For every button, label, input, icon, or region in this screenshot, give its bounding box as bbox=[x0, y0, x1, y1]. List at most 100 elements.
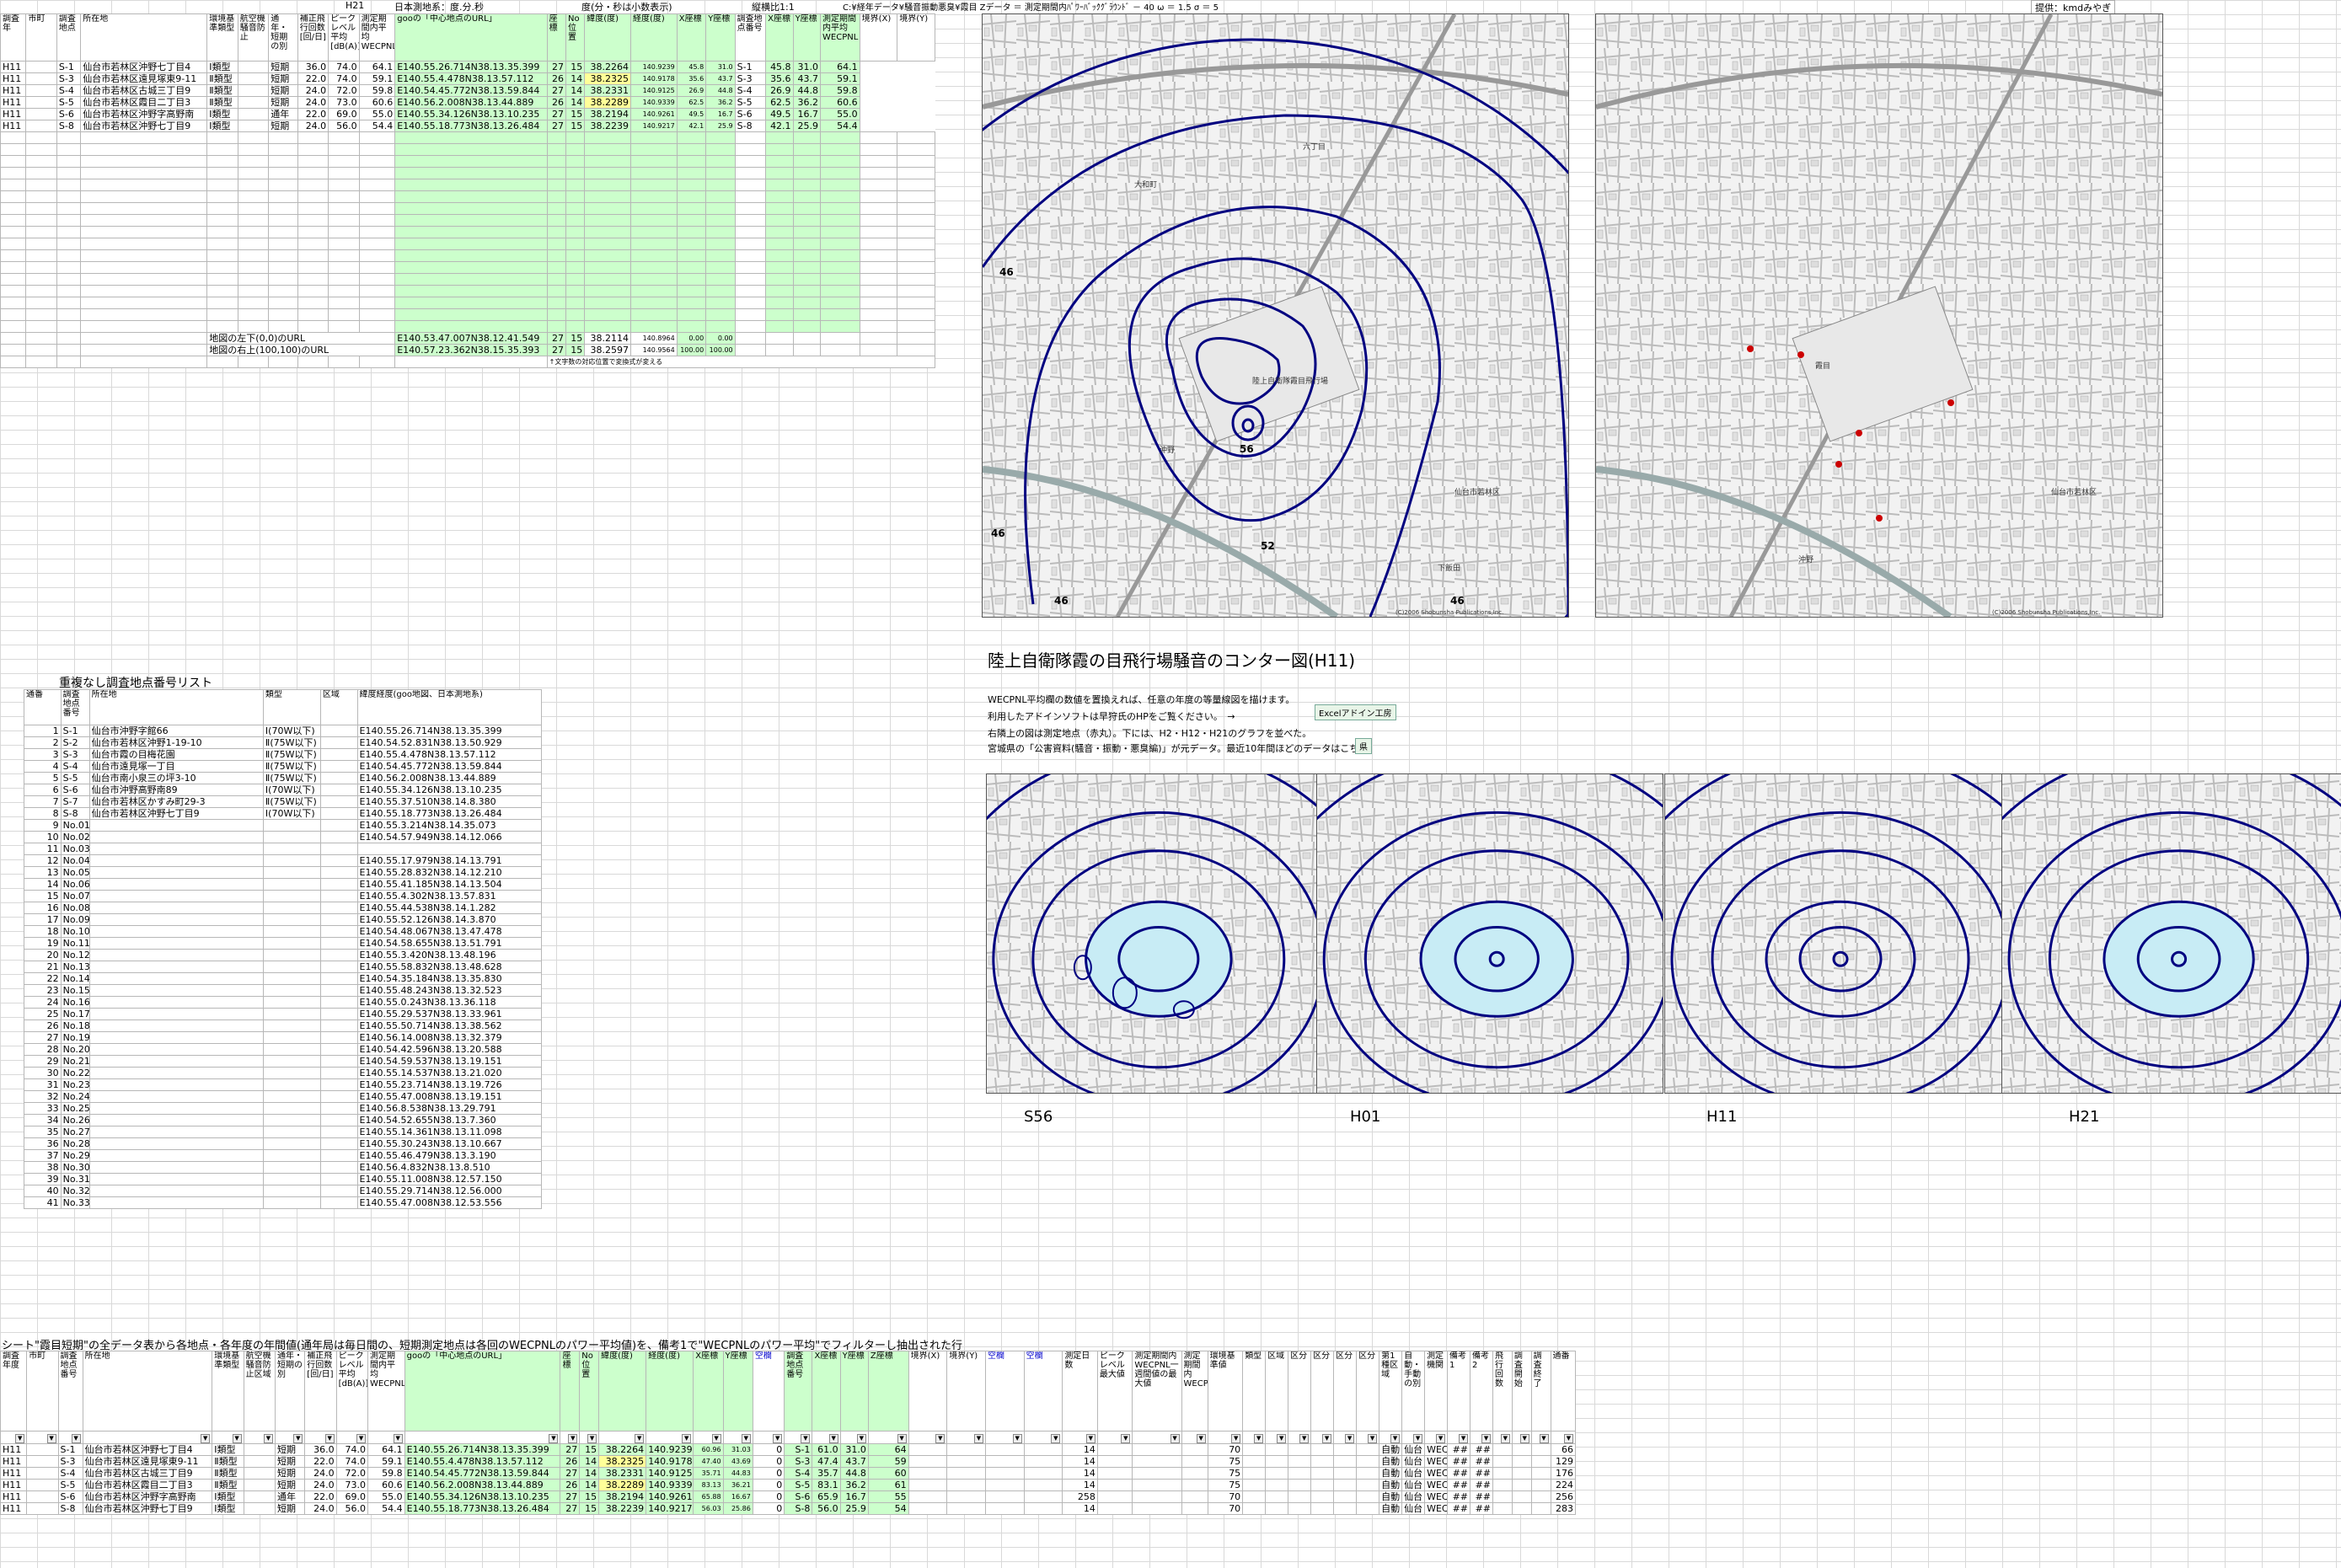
list-row[interactable]: 30 No.22 E140.55.14.537N38.13.21.020 bbox=[24, 1067, 543, 1079]
table-cell[interactable] bbox=[820, 273, 860, 286]
table-cell[interactable] bbox=[765, 190, 794, 203]
table-cell[interactable] bbox=[676, 214, 707, 227]
table-cell[interactable] bbox=[792, 179, 822, 191]
table-cell[interactable] bbox=[319, 972, 358, 985]
table-cell[interactable]: 0 bbox=[752, 1467, 785, 1480]
table-cell[interactable] bbox=[1356, 1479, 1380, 1491]
table-cell[interactable]: E140.55.28.832N38.14.12.210 bbox=[356, 866, 543, 879]
table-cell[interactable] bbox=[792, 261, 822, 274]
table-cell[interactable] bbox=[88, 1078, 264, 1091]
table-cell[interactable] bbox=[584, 179, 631, 191]
table-cell[interactable]: 140.9178 bbox=[646, 1455, 694, 1468]
table-cell[interactable]: E140.56.2.008N38.13.44.889 bbox=[394, 96, 548, 109]
table-cell[interactable]: 59.8 bbox=[367, 1467, 405, 1480]
table-cell[interactable]: 24 bbox=[24, 996, 62, 1009]
table-cell[interactable]: 7 bbox=[24, 795, 62, 808]
table-cell[interactable] bbox=[859, 143, 898, 156]
table-cell[interactable] bbox=[630, 261, 678, 274]
table-cell[interactable] bbox=[237, 108, 270, 120]
table-cell[interactable]: 140.9125 bbox=[630, 84, 678, 97]
table-cell[interactable]: 59.1 bbox=[820, 72, 860, 85]
table-cell[interactable] bbox=[705, 238, 736, 250]
table-cell[interactable] bbox=[546, 297, 566, 309]
table-cell[interactable] bbox=[1096, 1502, 1133, 1515]
table-cell[interactable] bbox=[297, 226, 329, 238]
table-cell[interactable] bbox=[262, 1008, 321, 1020]
table-cell[interactable]: 26.9 bbox=[676, 84, 707, 97]
table-cell[interactable] bbox=[1181, 1502, 1208, 1515]
table-cell[interactable]: No.20 bbox=[60, 1043, 90, 1056]
table-cell[interactable]: 59.1 bbox=[358, 72, 396, 85]
empty-row[interactable] bbox=[0, 249, 935, 262]
table-cell[interactable] bbox=[268, 297, 298, 309]
table-cell[interactable]: E140.55.11.008N38.12.57.150 bbox=[356, 1173, 543, 1185]
list-row[interactable]: 24 No.16 E140.55.0.243N38.13.36.118 bbox=[24, 996, 543, 1009]
table-cell[interactable] bbox=[237, 72, 270, 85]
table-cell[interactable]: 仙台 bbox=[1401, 1443, 1426, 1456]
table-cell[interactable]: H11 bbox=[0, 1490, 28, 1503]
chevron-down-icon[interactable]: ▼ bbox=[1231, 1434, 1241, 1443]
table-cell[interactable] bbox=[908, 1455, 948, 1468]
table-cell[interactable]: E140.55.18.773N38.13.26.484 bbox=[394, 120, 548, 132]
table-cell[interactable]: 短期 bbox=[274, 1502, 306, 1515]
table-cell[interactable] bbox=[88, 1126, 264, 1138]
table-cell[interactable]: S-1 bbox=[60, 725, 90, 737]
table-cell[interactable]: 74.0 bbox=[335, 1455, 369, 1468]
table-cell[interactable]: 60 bbox=[867, 1467, 909, 1480]
table-cell[interactable]: 自動 bbox=[1379, 1479, 1403, 1491]
chevron-down-icon[interactable]: ▼ bbox=[1368, 1434, 1378, 1443]
table-cell[interactable] bbox=[734, 238, 767, 250]
table-cell[interactable] bbox=[262, 925, 321, 938]
table-cell[interactable] bbox=[792, 214, 822, 227]
table-cell[interactable] bbox=[546, 238, 566, 250]
table-cell[interactable]: WECPNL年間 bbox=[1424, 1479, 1449, 1491]
table-cell[interactable]: ## bbox=[1447, 1443, 1471, 1456]
table-cell[interactable]: 24.0 bbox=[304, 1502, 337, 1515]
list-row[interactable]: 5 S-5 仙台市南小泉三の坪3-10 Ⅱ(75W以下) E140.56.2.008N3… bbox=[24, 772, 543, 784]
table-cell[interactable]: E140.56.4.832N38.13.8.510 bbox=[356, 1161, 543, 1174]
table-cell[interactable] bbox=[0, 285, 27, 297]
table-cell[interactable] bbox=[630, 143, 678, 156]
table-cell[interactable]: 24.0 bbox=[304, 1467, 337, 1480]
table-cell[interactable]: Ⅰ類型 bbox=[212, 1490, 244, 1503]
table-cell[interactable] bbox=[206, 285, 238, 297]
table-cell[interactable] bbox=[734, 320, 767, 333]
filter-dropdown[interactable]: ▼ bbox=[579, 1431, 600, 1444]
table-cell[interactable]: H11 bbox=[0, 1479, 28, 1491]
list-row[interactable]: 8 S-8 仙台市若林区沖野七丁目9 Ⅰ(70W以下) E140.55.18.773N3… bbox=[24, 807, 543, 820]
table-cell[interactable] bbox=[262, 854, 321, 867]
table-cell[interactable] bbox=[765, 131, 794, 144]
chevron-down-icon[interactable]: ▼ bbox=[1564, 1434, 1573, 1443]
table-cell[interactable]: 38.2239 bbox=[598, 1502, 647, 1515]
table-cell[interactable] bbox=[546, 190, 566, 203]
table-cell[interactable]: 仙台市若林区遠見塚東9-11 bbox=[80, 72, 208, 85]
table-cell[interactable] bbox=[319, 725, 358, 737]
table-cell[interactable] bbox=[297, 143, 329, 156]
table-cell[interactable]: S-1 bbox=[56, 61, 82, 73]
list-row[interactable]: 12 No.04 E140.55.17.979N38.14.13.791 bbox=[24, 854, 543, 867]
table-cell[interactable]: 14 bbox=[1062, 1443, 1098, 1456]
table-cell[interactable] bbox=[1511, 1467, 1532, 1480]
table-cell[interactable] bbox=[859, 332, 898, 345]
table-cell[interactable]: S-1 bbox=[57, 1443, 83, 1456]
list-row[interactable]: 33 No.25 E140.56.8.538N38.13.29.791 bbox=[24, 1102, 543, 1115]
list-row[interactable]: 31 No.23 E140.55.23.714N38.13.19.726 bbox=[24, 1078, 543, 1091]
table-cell[interactable] bbox=[297, 249, 329, 262]
table-cell[interactable] bbox=[88, 1137, 264, 1150]
table-cell[interactable] bbox=[584, 238, 631, 250]
table-cell[interactable]: WECPNL年間 bbox=[1424, 1455, 1449, 1468]
table-cell[interactable]: E140.55.29.537N38.13.33.961 bbox=[356, 1008, 543, 1020]
table-cell[interactable] bbox=[676, 190, 707, 203]
table-cell[interactable]: 23 bbox=[24, 984, 62, 997]
table-cell[interactable]: S-8 bbox=[60, 807, 90, 820]
table-cell[interactable] bbox=[243, 1490, 276, 1503]
table-cell[interactable]: E140.55.0.243N38.13.36.118 bbox=[356, 996, 543, 1009]
table-cell[interactable] bbox=[546, 179, 566, 191]
filter-dropdown[interactable]: ▼ bbox=[946, 1431, 986, 1444]
table-cell[interactable]: Ⅱ(75W以下) bbox=[262, 772, 321, 784]
table-cell[interactable] bbox=[80, 214, 208, 227]
table-cell[interactable] bbox=[0, 344, 27, 356]
table-cell[interactable]: No.13 bbox=[60, 961, 90, 973]
table-cell[interactable]: WECPNL年間 bbox=[1424, 1467, 1449, 1480]
table-cell[interactable]: 66 bbox=[1550, 1443, 1576, 1456]
